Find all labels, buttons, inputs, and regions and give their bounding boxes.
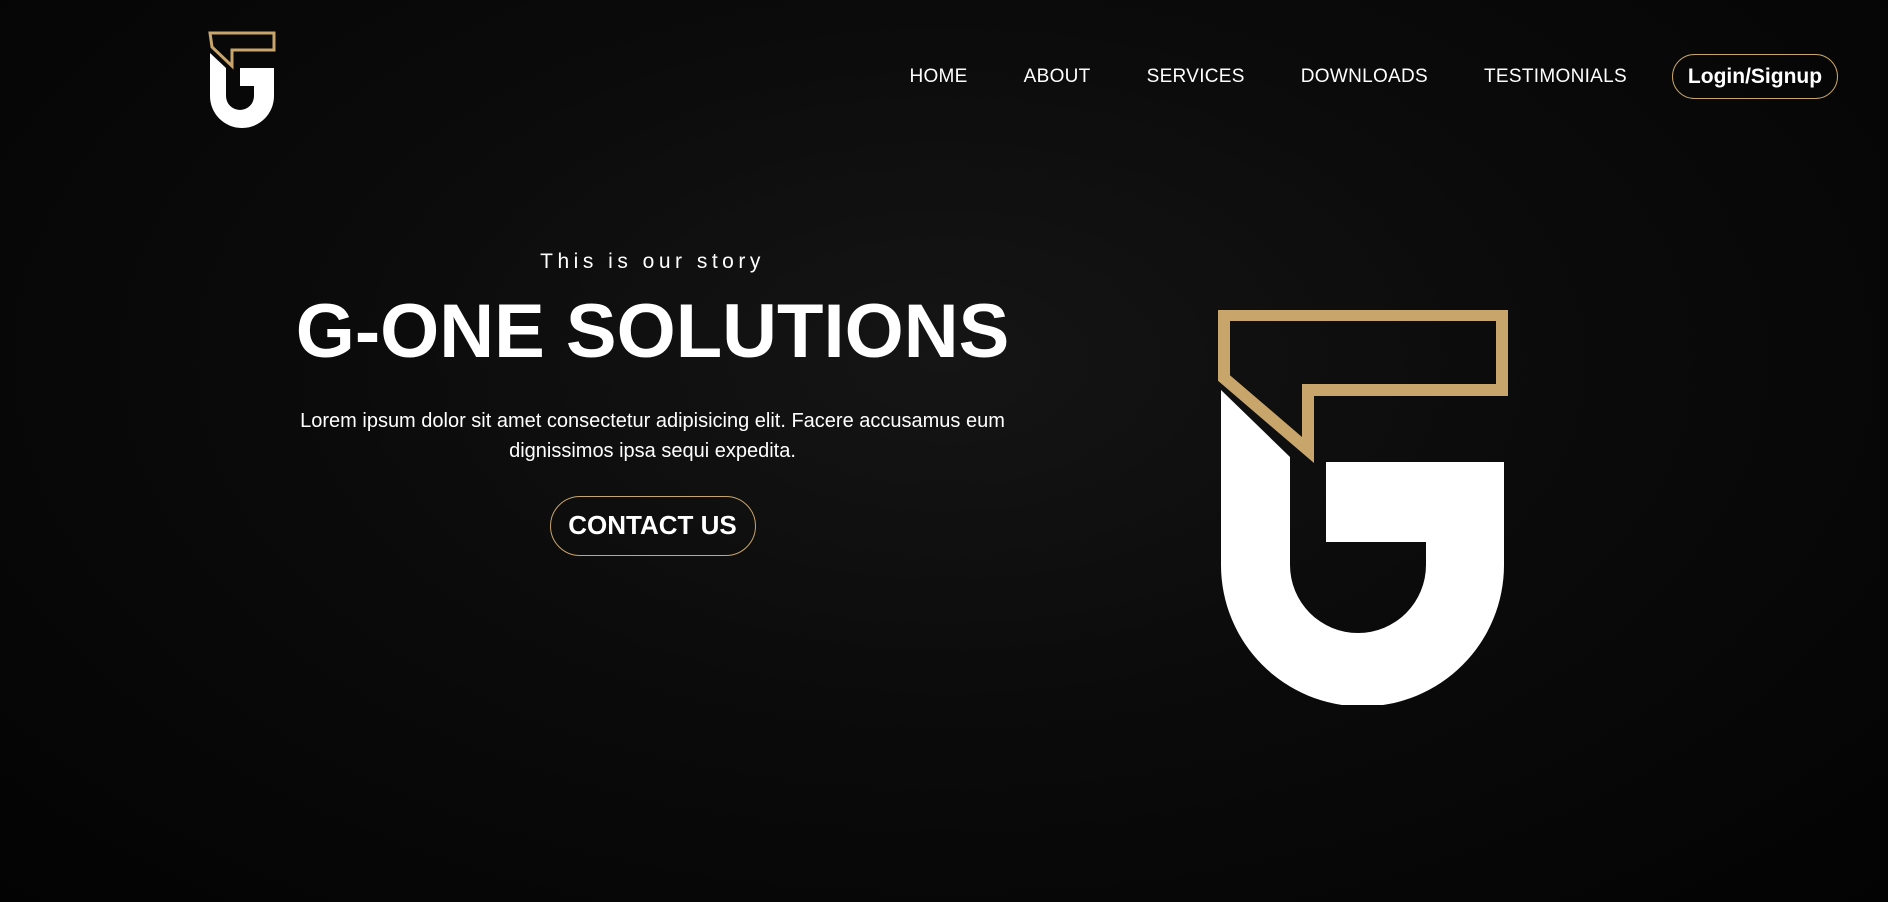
contact-us-button[interactable]: CONTACT US (549, 495, 756, 556)
nav-services[interactable]: SERVICES (1147, 66, 1245, 88)
nav-home[interactable]: HOME (909, 66, 967, 88)
main-nav: HOME ABOUT SERVICES DOWNLOADS TESTIMONIA… (909, 54, 1838, 99)
brand-logo-icon[interactable] (206, 30, 278, 128)
nav-downloads[interactable]: DOWNLOADS (1301, 66, 1428, 88)
hero-description: Lorem ipsum dolor sit amet consectetur a… (300, 409, 1005, 462)
hero-section: This is our story G-ONE SOLUTIONS Lorem … (290, 250, 1015, 556)
nav-testimonials[interactable]: TESTIMONIALS (1484, 66, 1627, 88)
hero-eyebrow: This is our story (540, 250, 765, 273)
nav-about[interactable]: ABOUT (1024, 66, 1091, 88)
hero-logo-icon (1218, 310, 1508, 705)
login-signup-button[interactable]: Login/Signup (1672, 54, 1838, 99)
page: HOME ABOUT SERVICES DOWNLOADS TESTIMONIA… (0, 0, 1888, 902)
hero-title: G-ONE SOLUTIONS (295, 289, 1010, 374)
